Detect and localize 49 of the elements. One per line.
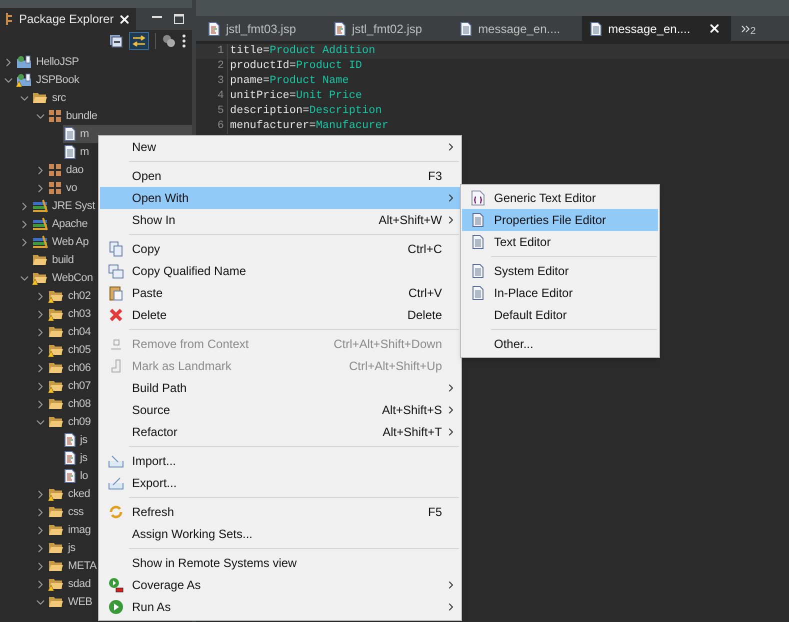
tab-label: jstl_fmt02.jsp xyxy=(352,20,424,38)
tree-item-label: m xyxy=(80,126,89,142)
tree-item-label: ch03 xyxy=(68,306,91,322)
tab-label: jstl_fmt03.jsp xyxy=(226,20,298,38)
tree-item-label: ch08 xyxy=(68,396,91,412)
tree-item-label: lo xyxy=(80,468,88,484)
tree-item-label: JRE Syst xyxy=(52,198,95,214)
tree-item-label: Apache xyxy=(52,216,88,232)
tree-item-label: imag xyxy=(68,522,91,538)
tree-item-label: JSPBook xyxy=(36,72,80,88)
tree-item-label: bundle xyxy=(66,108,98,124)
tree-item-label: WEB xyxy=(68,594,92,610)
tree-item-label: js xyxy=(80,450,88,466)
line-number: 6 xyxy=(196,119,228,134)
tree-item-label: HelloJSP xyxy=(36,54,79,70)
tree-item-label: js xyxy=(68,540,76,556)
code-line: title=Product Addition xyxy=(229,44,376,59)
tree-item-label: ch04 xyxy=(68,324,91,340)
tree-item-label: vo xyxy=(66,180,78,196)
code-line: menufacturer=Manufacurer xyxy=(229,119,388,134)
tree-item-label: build xyxy=(52,252,74,268)
tree-item-label: ch07 xyxy=(68,378,91,394)
code-line: unitPrice=Unit Price xyxy=(229,89,362,104)
tree-item-label: Web Ap xyxy=(52,234,89,250)
tree-item-label: META xyxy=(68,558,97,574)
tree-item-label: src xyxy=(52,90,66,106)
line-number: 2 xyxy=(196,59,228,74)
tree-item-label: cked xyxy=(68,486,90,502)
tree-item-label: WebCon xyxy=(52,270,93,286)
tree-item-label: js xyxy=(80,432,88,448)
tree-item-label: ch06 xyxy=(68,360,91,376)
code-line: pname=Product Name xyxy=(229,74,349,89)
tree-item-label: ch05 xyxy=(68,342,91,358)
tree-item-label: ch02 xyxy=(68,288,91,304)
tab-label: message_en.... xyxy=(478,20,562,38)
tree-item-label: dao xyxy=(66,162,84,178)
code-line: productId=Product ID xyxy=(229,59,362,74)
tab-label: message_en.... xyxy=(608,20,692,38)
line-number: 1 xyxy=(196,44,228,59)
tree-item-label: m xyxy=(80,144,89,160)
line-number: 5 xyxy=(196,104,228,119)
line-number: 4 xyxy=(196,89,228,104)
overflow-count: 2 xyxy=(750,25,756,39)
code-line: description=Description xyxy=(229,104,382,119)
view-title: Package Explorer xyxy=(19,11,114,28)
line-number: 3 xyxy=(196,74,228,89)
tree-item-label: sdad xyxy=(68,576,91,592)
tree-item-label: css xyxy=(68,504,84,520)
tree-item-label: ch09 xyxy=(68,414,91,430)
